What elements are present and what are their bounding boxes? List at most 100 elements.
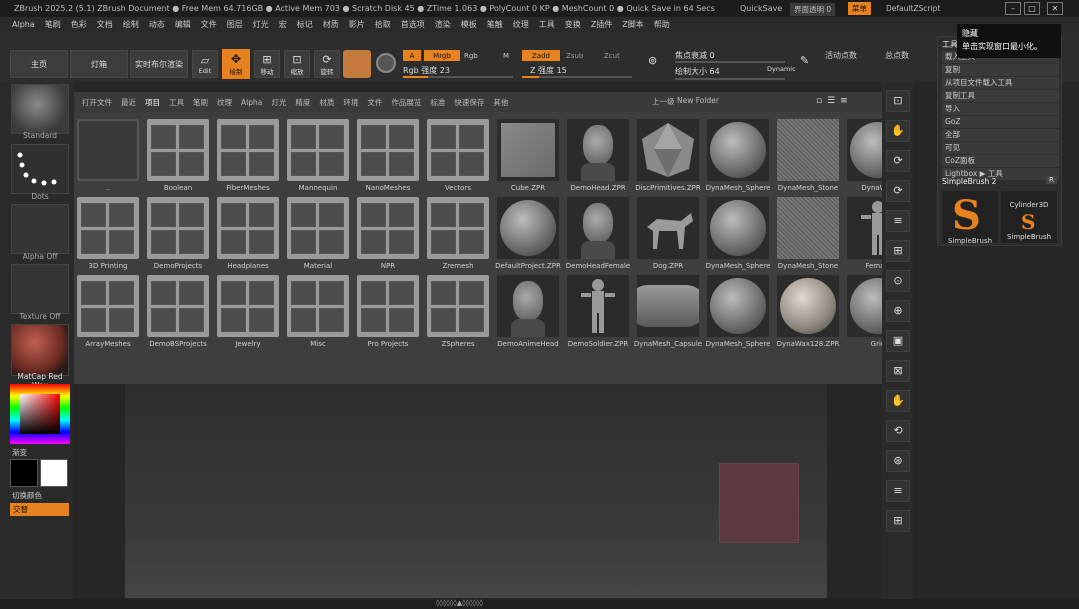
shelf-tool-icon[interactable]: ⊕ — [886, 300, 910, 322]
shelf-tool-icon[interactable]: ≡ — [886, 210, 910, 232]
lightbox-tab[interactable]: 精度 — [295, 97, 310, 108]
tool-thumb-simplebrush2[interactable]: Cylinder3D S SimpleBrush — [1001, 191, 1057, 243]
shelf-tool-icon[interactable]: ⊙ — [886, 270, 910, 292]
canvas-object[interactable] — [719, 463, 799, 543]
lightbox-tab[interactable]: 快速保存 — [454, 97, 484, 108]
menu-item[interactable]: 材质 — [323, 19, 339, 30]
secondary-color-swatch[interactable] — [40, 459, 68, 487]
lightbox-item[interactable]: DemoHeadFemale — [566, 197, 630, 270]
shelf-tool-icon[interactable]: ⟳ — [886, 150, 910, 172]
lightbox-item[interactable]: DemoBSProjects — [147, 275, 209, 348]
lightbox-item[interactable]: DemoProjects — [147, 197, 209, 270]
lightbox-tab[interactable]: 最近 — [121, 97, 136, 108]
lightbox-tab[interactable]: 文件 — [367, 97, 382, 108]
move-button[interactable]: ⊞ 移动 — [254, 50, 280, 78]
menu-item[interactable]: 渲染 — [435, 19, 451, 30]
lightbox-item[interactable]: FiberMeshes — [217, 119, 279, 192]
zadd-button[interactable]: Zadd — [522, 50, 560, 61]
menu-item[interactable]: 图层 — [227, 19, 243, 30]
lightbox-tab[interactable]: Alpha — [241, 98, 262, 107]
lightbox-tab[interactable]: 项目 — [145, 97, 160, 108]
a-button[interactable]: A — [403, 50, 421, 61]
lightbox-item[interactable]: DynaWax128.ZPR — [777, 275, 839, 348]
menu-item[interactable]: 色彩 — [71, 19, 87, 30]
lightbox-item[interactable]: ArrayMeshes — [77, 275, 139, 348]
shelf-tool-icon[interactable]: ✋ — [886, 120, 910, 142]
quicksave-button[interactable]: QuickSave — [740, 4, 782, 13]
texture-thumbnail[interactable] — [11, 264, 69, 314]
main-color-swatch[interactable] — [10, 459, 38, 487]
shelf-tool-icon[interactable]: ≡ — [886, 480, 910, 502]
lightbox-button[interactable]: 灯箱 — [70, 50, 128, 78]
menu-item[interactable]: 帮助 — [654, 19, 670, 30]
menu-item[interactable]: 首选项 — [401, 19, 425, 30]
lightbox-item[interactable]: Jewelry — [217, 275, 279, 348]
tool-palette-row[interactable]: 可见 — [942, 142, 1059, 154]
lightbox-item[interactable]: Grid — [847, 275, 882, 348]
lightbox-tab[interactable]: 工具 — [169, 97, 184, 108]
menu-item[interactable]: 影片 — [349, 19, 365, 30]
lightbox-item[interactable]: Cube.ZPR — [497, 119, 559, 192]
lightbox-item[interactable]: Female — [847, 197, 882, 270]
lightbox-item[interactable]: DemoAnimeHead — [497, 275, 559, 348]
lightbox-item[interactable]: .. — [77, 119, 139, 192]
menu-item[interactable]: 文档 — [97, 19, 113, 30]
lightbox-tab[interactable]: 打开文件 — [82, 97, 112, 108]
live-boolean-button[interactable]: 实时布尔渲染 — [130, 50, 188, 78]
tool-palette-row[interactable]: GoZ — [942, 116, 1059, 128]
lightbox-item[interactable]: Zremesh — [427, 197, 489, 270]
z-intensity-slider[interactable] — [522, 76, 632, 78]
lightbox-item[interactable]: DemoHead.ZPR — [567, 119, 629, 192]
rgb-intensity-slider[interactable] — [403, 76, 513, 78]
switch-color-label[interactable]: 切换颜色 — [12, 490, 42, 501]
lightbox-item[interactable]: DynaMesh_Sphere — [706, 119, 770, 192]
tool-palette-row[interactable]: 全部 — [942, 129, 1059, 141]
lightbox-item[interactable]: Vectors — [427, 119, 489, 192]
menu-toggle-button[interactable]: 菜单 — [848, 2, 871, 15]
menu-item[interactable]: 拾取 — [375, 19, 391, 30]
scale-button[interactable]: ⊡ 缩放 — [284, 50, 310, 78]
dynamic-button[interactable]: Dynamic — [767, 65, 796, 73]
lightbox-item[interactable]: Mannequin — [287, 119, 349, 192]
lightbox-item[interactable]: DynaMesh_Sphere — [706, 275, 770, 348]
tool-palette-row[interactable]: 导入 — [942, 103, 1059, 115]
lightbox-item[interactable]: DynaMesh_Stone — [777, 197, 839, 270]
lightbox-tab[interactable]: 笔刷 — [193, 97, 208, 108]
lightbox-tab[interactable]: 标准 — [430, 97, 445, 108]
r-button[interactable]: R — [1046, 176, 1057, 184]
lightbox-item[interactable]: DynaMesh_Sphere — [706, 197, 770, 270]
color-picker[interactable] — [10, 384, 70, 444]
alpha-thumbnail[interactable] — [11, 204, 69, 254]
tool-palette-row[interactable]: 从项目文件载入工具 — [942, 77, 1059, 89]
menu-item[interactable]: 绘制 — [123, 19, 139, 30]
menu-item[interactable]: 灯光 — [253, 19, 269, 30]
lightbox-item[interactable]: Dog.ZPR — [637, 197, 699, 270]
shelf-tool-icon[interactable]: ⊠ — [886, 360, 910, 382]
tool-palette-row[interactable]: CoZ面板 — [942, 155, 1059, 167]
render-sphere-icon[interactable] — [376, 53, 396, 73]
draw-size-slider[interactable] — [675, 78, 785, 80]
menu-item[interactable]: 笔触 — [487, 19, 503, 30]
menu-item[interactable]: 工具 — [539, 19, 555, 30]
upfolder-button[interactable]: 上一级 — [652, 96, 675, 107]
maximize-button[interactable]: □ — [1024, 2, 1040, 15]
menu-item[interactable]: 编辑 — [175, 19, 191, 30]
shelf-tool-icon[interactable]: ⊞ — [886, 510, 910, 532]
menu-item[interactable]: Z脚本 — [622, 19, 643, 30]
menu-item[interactable]: 变换 — [565, 19, 581, 30]
lightbox-tab[interactable]: 纹理 — [217, 97, 232, 108]
minimize-button[interactable]: – — [1005, 2, 1021, 15]
zcut-button[interactable]: Zcut — [604, 52, 620, 60]
alternate-button[interactable]: 交替 — [10, 503, 69, 516]
lightbox-item[interactable]: DynaMesh_Stone — [777, 119, 839, 192]
bottom-handle[interactable]: ◊◊◊◊◊◊▲◊◊◊◊◊◊ — [436, 599, 483, 607]
new-folder-button[interactable]: New Folder — [677, 96, 719, 105]
menu-item[interactable]: 宏 — [279, 19, 287, 30]
lightbox-item[interactable]: ZSpheres — [427, 275, 489, 348]
material-swatch[interactable] — [343, 50, 371, 78]
menu-item[interactable]: 笔刷 — [45, 19, 61, 30]
lightbox-item[interactable]: Headplanes — [217, 197, 279, 270]
view-toggle-icons[interactable]: ▫☰≡ — [816, 96, 876, 108]
mrgb-button[interactable]: Mrgb — [424, 50, 460, 61]
focal-shift-slider[interactable] — [675, 61, 785, 63]
